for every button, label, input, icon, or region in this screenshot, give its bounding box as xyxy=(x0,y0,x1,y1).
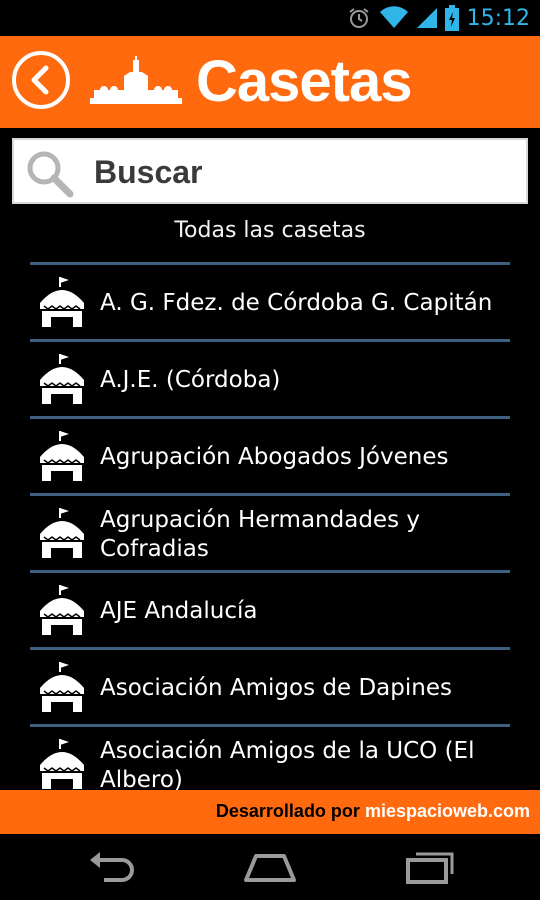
search-bar xyxy=(12,138,528,204)
list-item[interactable]: Agrupación Hermandades y Cofradias xyxy=(0,496,540,570)
list-item-label: Agrupación Abogados Jóvenes xyxy=(100,444,449,470)
list-item[interactable]: Asociación Amigos de Dapines xyxy=(0,650,540,724)
caseta-tent-icon xyxy=(40,431,84,481)
list-heading: Todas las casetas xyxy=(174,218,366,243)
status-bar: 15:12 xyxy=(0,0,540,36)
wifi-icon xyxy=(379,6,409,30)
list-item[interactable]: AJE Andalucía xyxy=(0,573,540,647)
caseta-tent-icon xyxy=(40,354,84,404)
alarm-icon xyxy=(347,6,371,30)
search-input[interactable] xyxy=(92,148,516,196)
chevron-left-icon xyxy=(31,65,49,95)
credit-prefix: Desarrollado por xyxy=(215,801,365,821)
caseta-list[interactable]: A. G. Fdez. de Córdoba G. Capitán A.J.E.… xyxy=(0,262,540,790)
list-item-label: AJE Andalucía xyxy=(100,598,258,624)
caseta-tent-icon xyxy=(40,739,84,789)
list-item-label: Asociación Amigos de Dapines xyxy=(100,675,452,701)
list-item-label: A. G. Fdez. de Córdoba G. Capitán xyxy=(100,290,493,316)
caseta-tent-icon xyxy=(40,585,84,635)
caseta-tent-icon xyxy=(40,277,84,327)
back-nav-icon[interactable] xyxy=(86,850,138,888)
list-item[interactable]: Asociación Amigos de la UCO (El Albero) xyxy=(0,727,540,790)
list-item-label: A.J.E. (Córdoba) xyxy=(100,367,281,393)
recent-apps-icon[interactable] xyxy=(404,850,456,888)
mezquita-skyline-icon xyxy=(90,56,182,104)
list-item-label: Asociación Amigos de la UCO (El Albero) xyxy=(100,738,475,790)
caseta-tent-icon xyxy=(40,508,84,558)
system-nav-bar xyxy=(0,834,540,900)
app-header: Casetas xyxy=(0,36,540,128)
credit-brand: miespacioweb.com xyxy=(364,801,530,821)
list-item[interactable]: A. G. Fdez. de Córdoba G. Capitán xyxy=(0,265,540,339)
developer-credit[interactable]: Desarrollado por miespacioweb.com xyxy=(216,801,530,822)
signal-icon xyxy=(416,6,437,30)
search-icon xyxy=(27,151,74,198)
list-item-label: Agrupación Hermandades y Cofradias xyxy=(100,507,420,562)
battery-icon xyxy=(444,5,459,31)
list-item[interactable]: Agrupación Abogados Jóvenes xyxy=(0,419,540,493)
page-title: Casetas xyxy=(196,49,412,114)
footer-credit-bar: Desarrollado por miespacioweb.com xyxy=(0,790,540,834)
caseta-tent-icon xyxy=(40,662,84,712)
back-button[interactable] xyxy=(12,51,70,109)
status-time: 15:12 xyxy=(466,5,530,31)
list-item[interactable]: A.J.E. (Córdoba) xyxy=(0,342,540,416)
home-nav-icon[interactable] xyxy=(242,850,298,888)
